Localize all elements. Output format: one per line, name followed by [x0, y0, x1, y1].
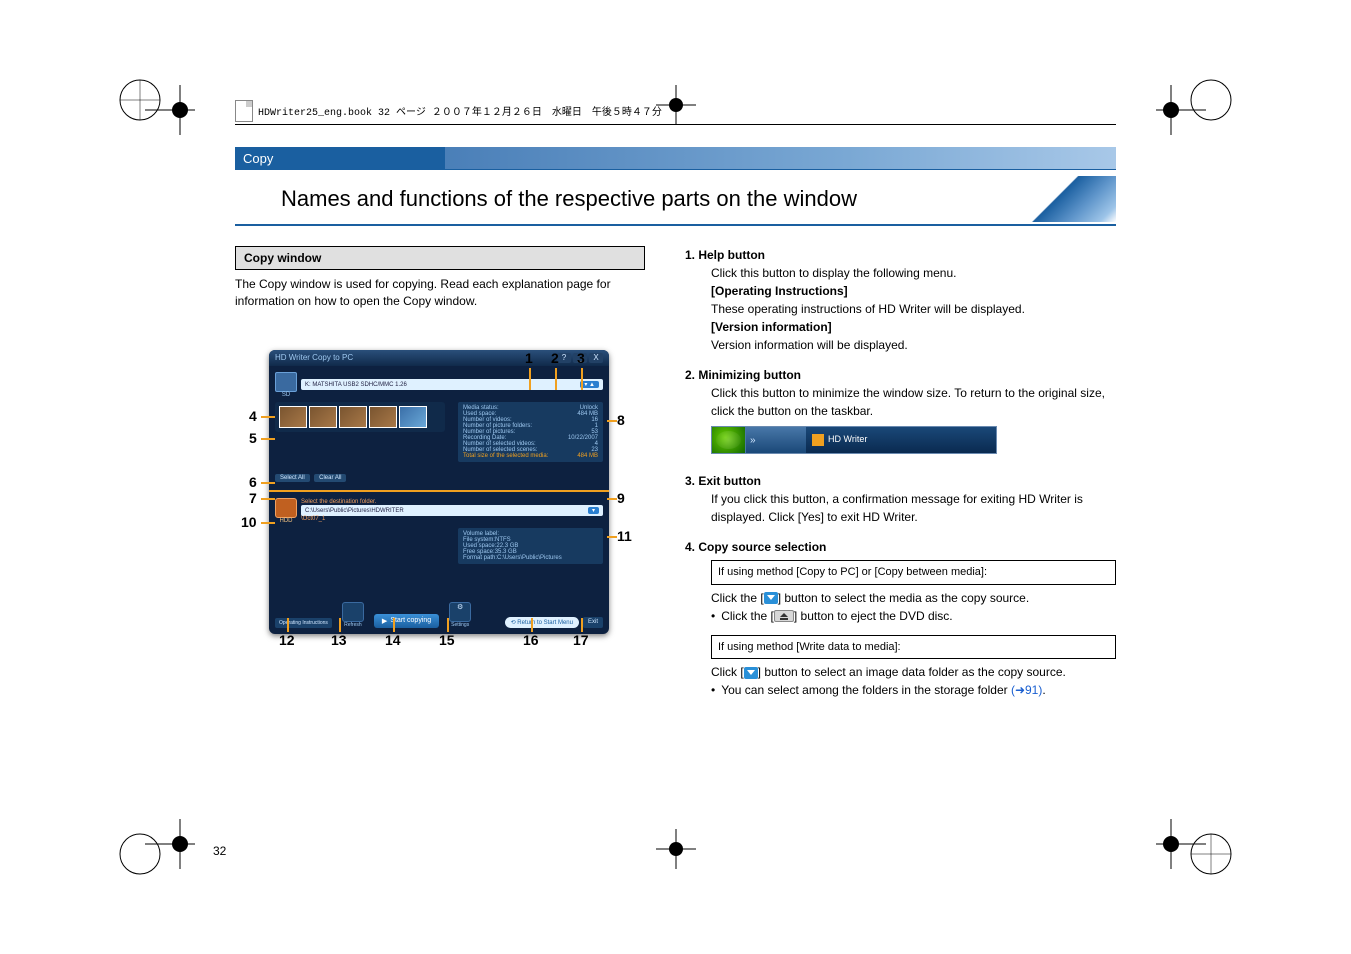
select-all-button[interactable]: Select All — [275, 474, 310, 482]
copy-source-text: K: MATSHITA USB2 SDHC/MMC 1.26 — [305, 382, 407, 388]
dropdown-icon — [744, 667, 758, 679]
copy-window-heading: Copy window — [235, 246, 645, 270]
dest-stats: Volume label: File system:NTFS Used spac… — [458, 528, 603, 564]
src-dropdown-icon[interactable]: ▾ ▲ — [580, 381, 599, 388]
page-number: 32 — [213, 844, 226, 858]
print-header-text: HDWriter25_eng.book 32 ページ ２００７年１２月２６日 水… — [258, 103, 662, 119]
title-decor-right — [996, 176, 1116, 222]
hdd-icon — [275, 498, 297, 518]
thumb[interactable] — [369, 406, 397, 428]
bullet-storage-folder: • You can select among the folders in th… — [711, 681, 1116, 699]
taskbar-app-button: HD Writer — [806, 427, 996, 453]
app-icon — [812, 434, 824, 446]
operating-instructions-link[interactable]: Operating Instructions — [275, 618, 332, 628]
text-select-media: Click the [] button to select the media … — [711, 589, 1116, 607]
item-help-button: 1. Help button Click this button to disp… — [685, 246, 1116, 354]
callout-6: 6 — [249, 474, 257, 490]
hdd-label: HDD — [275, 518, 297, 524]
destination-selector[interactable]: C:\Users\Public\Pictures\HDWRITER ▾ — [301, 505, 603, 516]
usage-box-2: If using method [Write data to media]: — [711, 635, 1116, 660]
callout-7: 7 — [249, 490, 257, 506]
callout-13: 13 — [331, 632, 347, 648]
exit-button[interactable]: Exit — [583, 617, 603, 628]
page-title: Names and functions of the respective pa… — [275, 176, 996, 222]
usage-box-1: If using method [Copy to PC] or [Copy be… — [711, 560, 1116, 585]
start-button-icon — [712, 427, 746, 453]
annotated-screenshot: 1 2 3 4 5 6 7 10 8 9 11 — [235, 350, 645, 634]
text-select-folder: Click [] button to select an image data … — [711, 663, 1116, 681]
thumb[interactable] — [279, 406, 307, 428]
start-copying-button[interactable]: ▶Start copying — [374, 614, 439, 628]
quicklaunch-icon: » — [746, 427, 806, 453]
eject-icon — [774, 610, 794, 622]
section-tab: Copy — [235, 147, 445, 170]
callout-9: 9 — [617, 490, 625, 506]
callout-15: 15 — [439, 632, 455, 648]
section-tab-gradient — [445, 147, 1116, 170]
crop-mark-bl — [145, 819, 195, 869]
callout-11: 11 — [617, 528, 632, 544]
crop-mark-tr — [1156, 85, 1206, 135]
item-exit-button: 3. Exit button If you click this button,… — [685, 472, 1116, 526]
callout-3: 3 — [577, 350, 585, 366]
return-button[interactable]: ⟲ Return to Start Menu — [505, 617, 579, 628]
bullet-eject: • Click the [] button to eject the DVD d… — [711, 607, 1116, 625]
callout-17: 17 — [573, 632, 589, 648]
thumbnails[interactable] — [275, 402, 445, 432]
intro-text: The Copy window is used for copying. Rea… — [235, 276, 645, 310]
thumb-play[interactable] — [399, 406, 427, 428]
dest-dropdown-icon[interactable]: ▾ — [588, 507, 599, 514]
thumb[interactable] — [309, 406, 337, 428]
callout-2: 2 — [551, 350, 559, 366]
callout-12: 12 — [279, 632, 295, 648]
callout-16: 16 — [523, 632, 539, 648]
clear-all-button[interactable]: Clear All — [314, 474, 346, 482]
help-button[interactable]: ? — [557, 353, 571, 363]
sd-icon — [275, 372, 297, 392]
media-stats: Media status:Unlock Used space:484 MB Nu… — [458, 402, 603, 462]
close-button[interactable]: X — [589, 353, 603, 363]
title-underline — [235, 224, 1116, 226]
callout-1: 1 — [525, 350, 533, 366]
thumb[interactable] — [339, 406, 367, 428]
page-link-91[interactable]: (➜91) — [1011, 683, 1042, 697]
print-header: HDWriter25_eng.book 32 ページ ２００７年１２月２６日 水… — [235, 100, 1116, 125]
taskbar-illustration: » HD Writer — [711, 426, 997, 454]
app-window: HD Writer Copy to PC ? _ X SD — [269, 350, 609, 634]
item-minimizing-button: 2. Minimizing button Click this button t… — [685, 366, 1116, 460]
callout-14: 14 — [385, 632, 401, 648]
callout-4: 4 — [249, 408, 257, 424]
callout-5: 5 — [249, 430, 257, 446]
settings-button[interactable]: ⚙ — [449, 602, 471, 622]
app-title: HD Writer Copy to PC — [275, 353, 353, 362]
item-copy-source: 4. Copy source selection If using method… — [685, 538, 1116, 699]
page-icon — [235, 100, 253, 122]
crop-mark-br — [1156, 819, 1206, 869]
crop-mark-tl — [145, 85, 195, 135]
title-decor-left — [235, 176, 275, 222]
copy-source-selector[interactable]: K: MATSHITA USB2 SDHC/MMC 1.26 ▾ ▲ — [301, 379, 603, 390]
dropdown-icon — [764, 592, 778, 604]
callout-10: 10 — [241, 514, 257, 530]
refresh-button[interactable] — [342, 602, 364, 622]
sd-label: SD — [275, 392, 297, 398]
callout-8: 8 — [617, 412, 625, 428]
